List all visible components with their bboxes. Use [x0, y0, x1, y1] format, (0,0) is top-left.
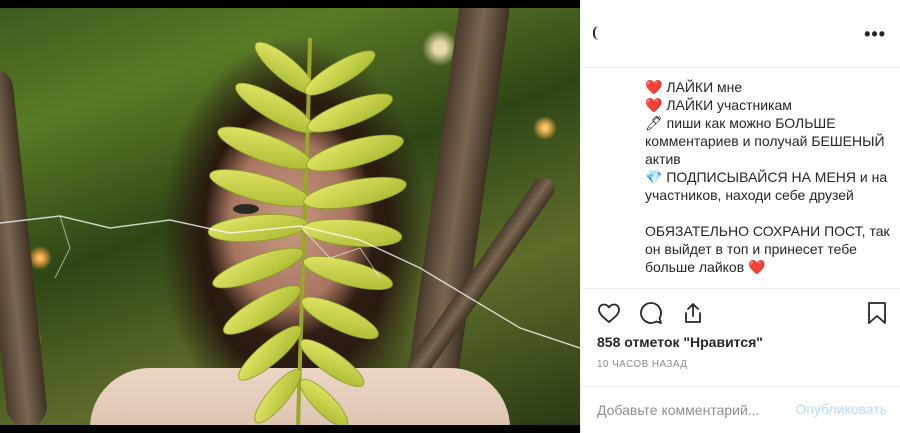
caption-line: комментариев и получай БЕШЕНЫЙ — [645, 133, 885, 149]
caption-line: он выйдет в топ и принесет тебе — [645, 241, 857, 257]
post-actions-section: 858 отметок "Нравится" 10 ЧАСОВ НАЗАД — [581, 288, 900, 370]
caption-line: ❤️ ЛАЙКИ участникам — [645, 97, 792, 113]
post-photo[interactable] — [0, 8, 580, 425]
post-caption: ❤️ ЛАЙКИ мне ❤️ ЛАЙКИ участникам 🖊 пиши … — [645, 78, 895, 276]
caption-line: ❤️ ЛАЙКИ мне — [645, 79, 743, 95]
avatar[interactable] — [593, 26, 599, 40]
caption-line: актив — [645, 151, 681, 167]
more-options-icon[interactable]: ••• — [864, 24, 886, 45]
caption-line: участников, находи себе друзей — [645, 187, 854, 203]
post-header: ••• — [581, 0, 900, 68]
share-icon[interactable] — [679, 299, 707, 327]
caption-line: ОБЯЗАТЕЛЬНО СОХРАНИ ПОСТ, так — [645, 223, 890, 239]
action-bar — [595, 299, 707, 327]
comment-input[interactable] — [597, 399, 787, 421]
heart-icon[interactable] — [595, 299, 623, 327]
post-comment-button[interactable]: Опубликовать — [795, 401, 887, 417]
post-timestamp[interactable]: 10 ЧАСОВ НАЗАД — [597, 359, 687, 370]
post-image-container — [0, 0, 580, 433]
likes-count[interactable]: 858 отметок "Нравится" — [597, 334, 763, 350]
caption-line: больше лайков ❤️ — [645, 259, 766, 275]
post-details-panel: ••• ❤️ ЛАЙКИ мне ❤️ ЛАЙКИ участникам 🖊 п… — [580, 0, 900, 433]
bookmark-icon[interactable] — [863, 299, 891, 327]
caption-line: 💎 ПОДПИСЫВАЙСЯ НА МЕНЯ и на — [645, 169, 888, 185]
caption-line: 🖊 пиши как можно БОЛЬШЕ — [645, 115, 836, 131]
crack-overlay — [0, 215, 580, 349]
comment-bar: Опубликовать — [581, 386, 900, 433]
comment-icon[interactable] — [637, 299, 665, 327]
